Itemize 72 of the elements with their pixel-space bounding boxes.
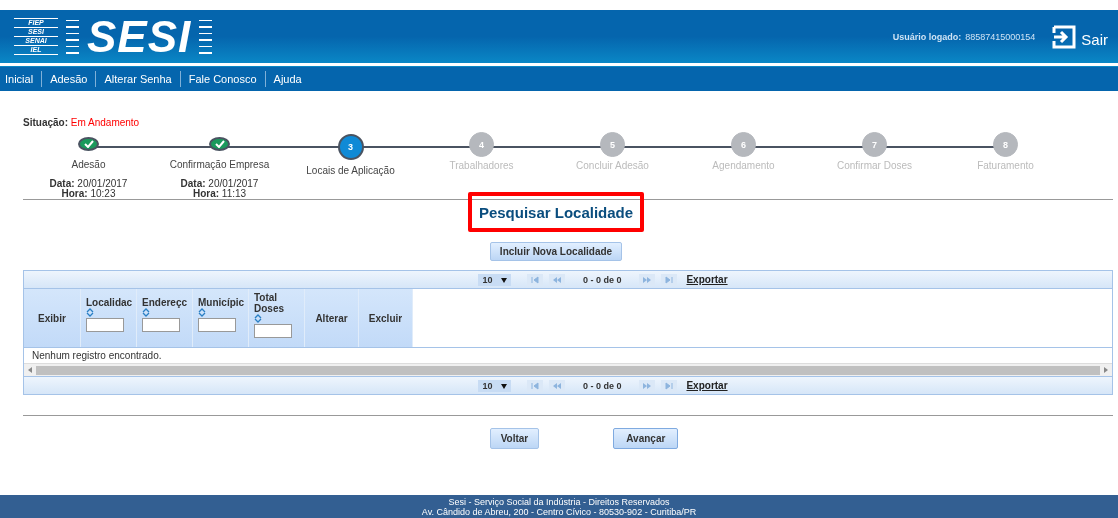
- step-label: Concluir Adesão: [576, 160, 649, 171]
- last-page-icon[interactable]: [661, 379, 678, 392]
- step-label: Faturamento: [977, 160, 1034, 171]
- filter-input[interactable]: [86, 318, 124, 332]
- export-link[interactable]: Exportar: [686, 380, 728, 391]
- sort-icon[interactable]: [142, 308, 150, 317]
- sort-icon[interactable]: [86, 308, 94, 317]
- step-circle: 5: [600, 132, 625, 157]
- page-title: Pesquisar Localidade: [467, 192, 645, 232]
- dropdown-caret-icon: [500, 277, 507, 283]
- page-size-select[interactable]: 10: [478, 379, 511, 392]
- previous-page-icon[interactable]: [548, 379, 565, 392]
- step-date: Data: 20/01/2017: [49, 179, 128, 189]
- step-circle: 8: [993, 132, 1018, 157]
- column-header[interactable]: Alterar: [315, 312, 348, 324]
- user-label: Usuário logado:: [892, 31, 962, 42]
- check-icon: [214, 140, 225, 148]
- export-link[interactable]: Exportar: [686, 274, 728, 285]
- footer-text: Sesi - Serviço Social da Indústria - Direitos Reservados: [448, 497, 670, 507]
- stripes-icon: [66, 19, 79, 54]
- column-header[interactable]: Exibir: [38, 312, 66, 324]
- filter-input[interactable]: [254, 324, 292, 338]
- filter-input[interactable]: [142, 318, 180, 332]
- logo: SESI: [87, 16, 192, 57]
- user-id: 88587415000154: [965, 31, 1036, 42]
- next-button[interactable]: Avançar: [613, 428, 679, 449]
- step-circle: 6: [731, 132, 756, 157]
- back-button[interactable]: Voltar: [489, 428, 540, 449]
- step-circle: 3: [337, 134, 364, 160]
- column-header[interactable]: Municípic: [198, 297, 245, 308]
- column-header[interactable]: Excluir: [368, 312, 403, 324]
- column-header[interactable]: Localidac: [86, 297, 133, 308]
- nav-link[interactable]: Inicial: [0, 71, 42, 87]
- last-page-icon[interactable]: [661, 273, 678, 286]
- first-page-icon[interactable]: [526, 379, 543, 392]
- nav-link[interactable]: Alterar Senha: [95, 71, 180, 87]
- page-range: 0 - 0 de 0: [582, 274, 622, 285]
- status-label: Situação:: [23, 117, 68, 128]
- check-icon: [83, 140, 94, 148]
- step-circle: 7: [862, 132, 887, 157]
- step-label: Agendamento: [712, 160, 775, 171]
- step-label: Confirmar Doses: [837, 160, 912, 171]
- status-value: Em Andamento: [70, 117, 140, 128]
- step-circle: 4: [469, 132, 494, 157]
- nav-link[interactable]: Adesão: [41, 71, 96, 87]
- stripes-icon: [199, 19, 213, 54]
- previous-page-icon[interactable]: [548, 273, 565, 286]
- footer-text: Av. Cândido de Abreu, 200 - Centro Cívico - 80530-902 - Curitiba/PR: [421, 507, 697, 517]
- page-range: 0 - 0 de 0: [582, 380, 622, 391]
- step-time: Hora: 11:13: [192, 189, 247, 199]
- logout-link[interactable]: Sair: [1081, 31, 1108, 48]
- add-location-button[interactable]: Incluir Nova Localidade: [489, 242, 623, 261]
- sort-icon[interactable]: [254, 314, 262, 323]
- sort-icon[interactable]: [198, 308, 206, 317]
- first-page-icon[interactable]: [526, 273, 543, 286]
- page-size-select[interactable]: 10: [478, 273, 511, 286]
- step-time: Hora: 10:23: [61, 189, 116, 199]
- next-page-icon[interactable]: [639, 379, 656, 392]
- dropdown-caret-icon: [500, 383, 507, 389]
- step-label: Confirmação Empresa: [169, 159, 270, 170]
- step-label: Locais de Aplicação: [306, 165, 395, 176]
- horizontal-scrollbar[interactable]: [24, 363, 1112, 376]
- column-header[interactable]: Endereçc: [142, 297, 188, 308]
- filter-input[interactable]: [198, 318, 236, 332]
- step-label: Trabalhadores: [449, 160, 514, 171]
- step-date: Data: 20/01/2017: [180, 179, 259, 189]
- nav-link[interactable]: Fale Conosco: [179, 71, 265, 87]
- nav-link[interactable]: Ajuda: [264, 71, 310, 87]
- next-page-icon[interactable]: [639, 273, 656, 286]
- empty-message: Nenhum registro encontrado.: [24, 347, 1112, 363]
- step-label: Adesão: [71, 159, 106, 170]
- logout-icon[interactable]: [1051, 23, 1078, 50]
